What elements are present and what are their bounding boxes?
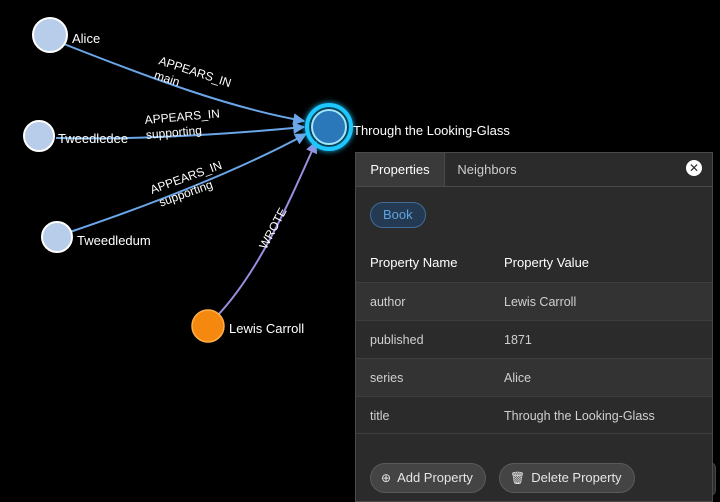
edge-label-lewis: WROTE [256, 205, 289, 251]
property-name: series [370, 371, 404, 385]
property-name: published [370, 333, 424, 347]
property-value: 1871 [504, 333, 532, 347]
node-lewis-carroll[interactable]: Lewis Carroll [191, 309, 304, 343]
tab-neighbors[interactable]: Neighbors [445, 153, 529, 186]
node-type-badge[interactable]: Book [370, 202, 426, 228]
node-label-lewis-carroll: Lewis Carroll [229, 321, 304, 336]
close-icon[interactable]: ✕ [686, 160, 702, 176]
property-value: Through the Looking-Glass [504, 409, 655, 423]
header-property-name: Property Name [370, 255, 458, 270]
add-property-button[interactable]: ⊕ Add Property [370, 463, 486, 493]
property-value: Lewis Carroll [504, 295, 577, 309]
property-name: author [370, 295, 406, 309]
node-tweedledee[interactable]: Tweedledee [23, 120, 128, 152]
delete-property-button[interactable]: 🗑 Delete Property [499, 463, 635, 493]
header-property-value: Property Value [504, 255, 590, 270]
node-label-tweedledee: Tweedledee [58, 131, 128, 146]
plus-circle-icon: ⊕ [381, 471, 392, 485]
trash-icon: 🗑 [510, 471, 526, 485]
node-tweedledum[interactable]: Tweedledum [41, 221, 151, 253]
node-through-the-looking-glass[interactable]: Through the Looking-Glass [305, 103, 510, 151]
property-table: Property Name Property Value author Lewi… [356, 244, 712, 434]
table-row[interactable]: title Through the Looking-Glass [356, 396, 712, 434]
properties-panel: Properties Neighbors ✕ Book Property Nam… [355, 152, 713, 502]
node-label-through-the-looking-glass: Through the Looking-Glass [353, 123, 510, 138]
panel-tabs: Properties Neighbors ✕ [356, 153, 712, 187]
table-row[interactable]: published 1871 [356, 320, 712, 358]
table-row[interactable]: series Alice [356, 358, 712, 396]
table-header: Property Name Property Value [356, 244, 712, 282]
node-label-tweedledum: Tweedledum [77, 233, 151, 248]
property-name: title [370, 409, 390, 423]
node-alice[interactable]: Alice [32, 17, 100, 53]
table-row[interactable]: author Lewis Carroll [356, 282, 712, 320]
add-property-label: Add Property [397, 470, 473, 485]
graph-canvas[interactable]: APPEARS_IN main APPEARS_IN supporting AP… [0, 0, 720, 502]
delete-property-label: Delete Property [531, 470, 622, 485]
property-value: Alice [504, 371, 532, 385]
node-label-alice: Alice [72, 31, 100, 46]
tab-properties[interactable]: Properties [356, 153, 445, 186]
